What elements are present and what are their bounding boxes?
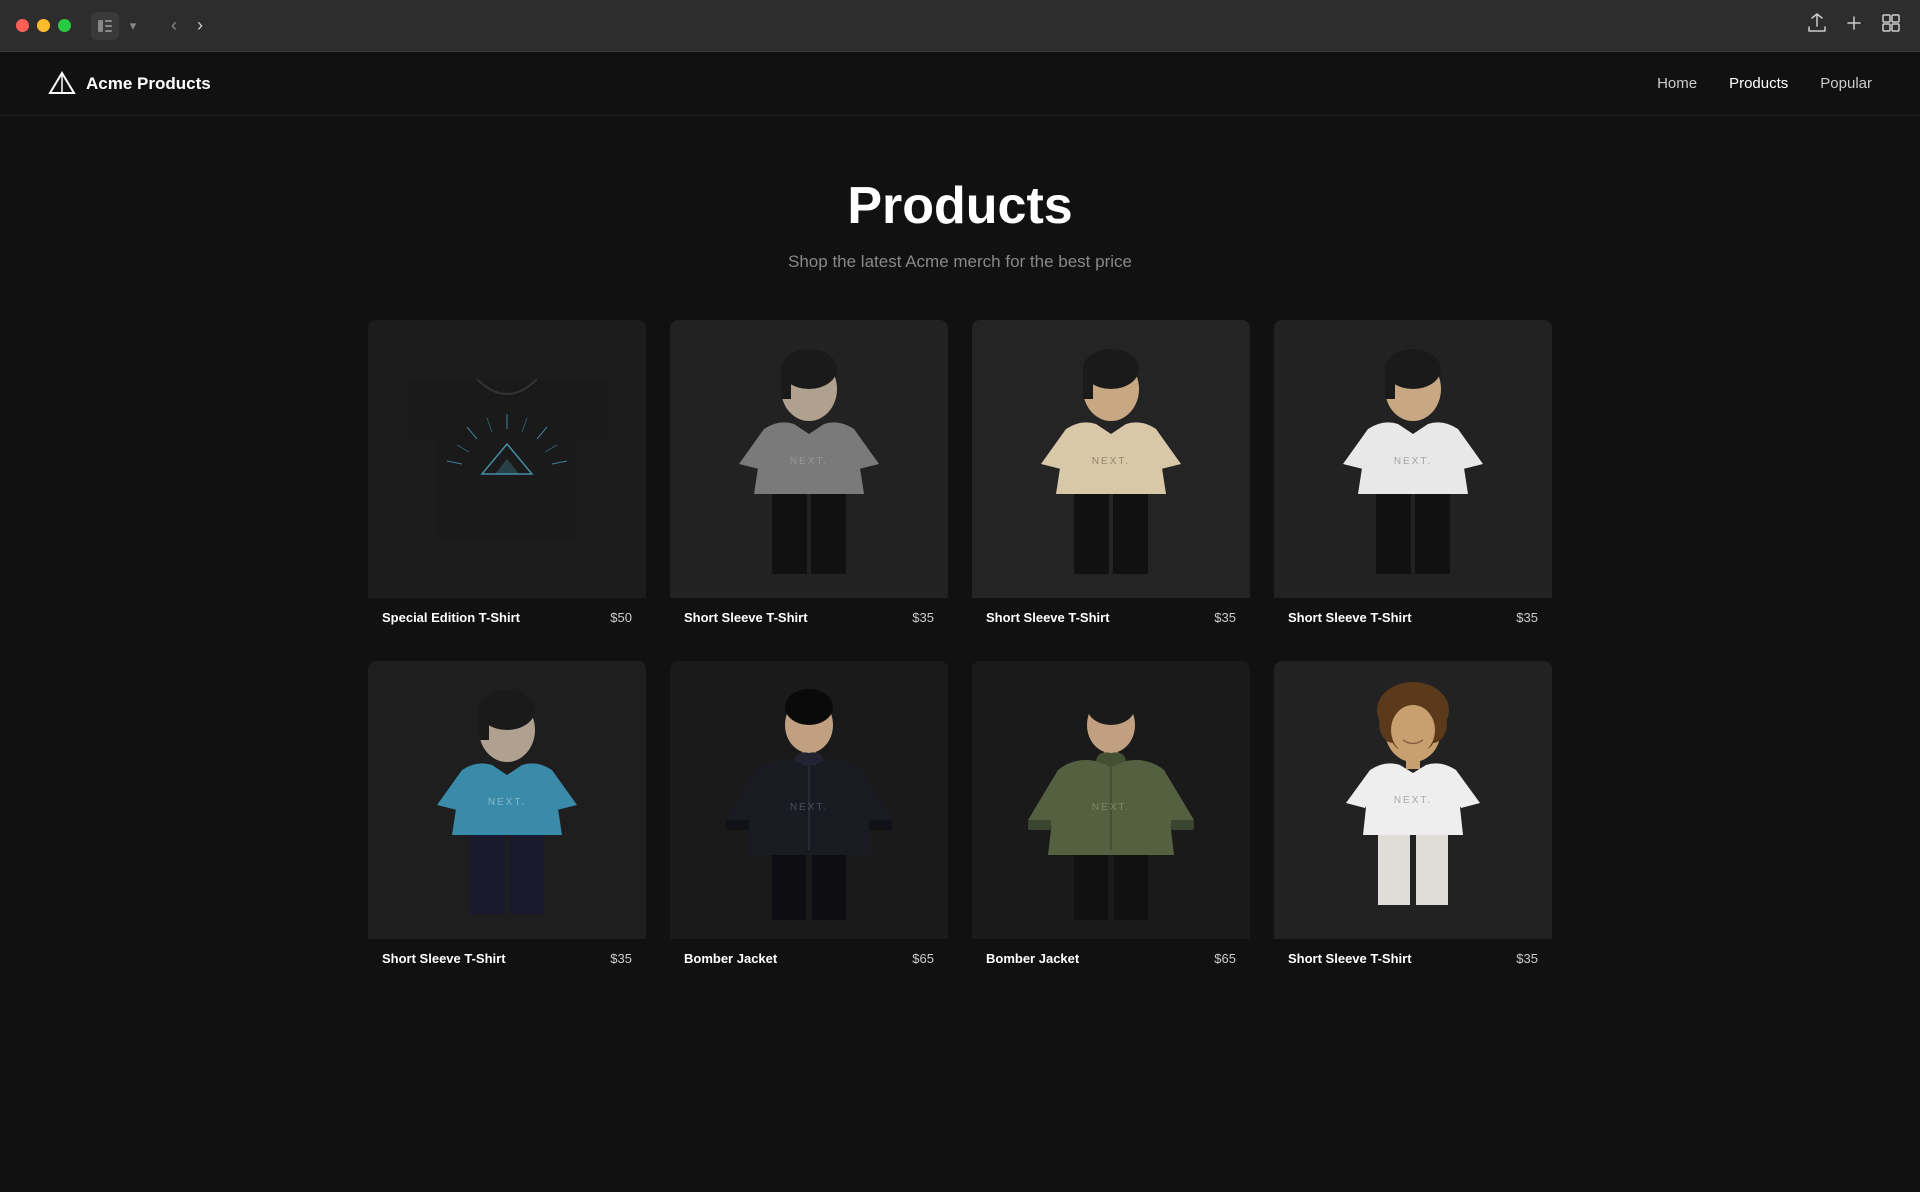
product-name: Short Sleeve T-Shirt (1288, 951, 1412, 966)
product-info-cream: Short Sleeve T-Shirt $35 (972, 598, 1250, 637)
cream-tshirt-art: NEXT. (986, 334, 1236, 584)
product-image-cyan: NEXT. (368, 661, 646, 939)
product-card-special-edition[interactable]: Special Edition T-Shirt $50 (368, 320, 646, 637)
product-name: Special Edition T-Shirt (382, 610, 520, 625)
product-image-cream: NEXT. (972, 320, 1250, 598)
gray-tshirt-art: NEXT. (684, 334, 934, 584)
white2-tshirt-art: NEXT. (1288, 675, 1538, 925)
dropdown-button[interactable]: ▾ (123, 12, 143, 40)
cyan-tshirt-art: NEXT. (382, 675, 632, 925)
nav-home[interactable]: Home (1657, 75, 1697, 92)
sidebar-toggle-button[interactable] (91, 12, 119, 40)
product-card-bomber-olive[interactable]: NEXT. Bomber Jacket $65 (972, 661, 1250, 978)
product-image-white: NEXT. (1274, 320, 1552, 598)
sidebar-toggle[interactable]: ▾ (91, 12, 143, 40)
svg-text:NEXT.: NEXT. (790, 802, 828, 813)
browser-content: Acme Products Home Products Popular Prod… (0, 52, 1920, 1192)
close-button[interactable] (16, 19, 29, 32)
white-tshirt-art: NEXT. (1288, 334, 1538, 584)
product-image-bomber-olive: NEXT. (972, 661, 1250, 939)
product-price: $35 (912, 610, 934, 625)
product-price: $35 (1214, 610, 1236, 625)
navigation-arrows: ‹ › (163, 11, 211, 40)
products-grid: Special Edition T-Shirt $50 (320, 320, 1600, 1038)
titlebar: ▾ ‹ › (0, 0, 1920, 52)
product-card-white2-tshirt[interactable]: NEXT. Short Sleeve T-Shirt $35 (1274, 661, 1552, 978)
product-name: Short Sleeve T-Shirt (684, 610, 808, 625)
product-info-cyan: Short Sleeve T-Shirt $35 (368, 939, 646, 978)
product-name: Short Sleeve T-Shirt (382, 951, 506, 966)
site-nav-links: Home Products Popular (1657, 75, 1872, 92)
back-button[interactable]: ‹ (163, 11, 185, 40)
logo-icon (48, 70, 76, 98)
product-card-gray-tshirt[interactable]: NEXT. Short Sleeve T-Shirt $35 (670, 320, 948, 637)
product-info-bomber-black: Bomber Jacket $65 (670, 939, 948, 978)
product-price: $35 (610, 951, 632, 966)
grid-view-button[interactable] (1878, 10, 1904, 41)
product-card-white-tshirt[interactable]: NEXT. Short Sleeve T-Shirt $35 (1274, 320, 1552, 637)
product-name: Bomber Jacket (986, 951, 1079, 966)
svg-text:NEXT.: NEXT. (1092, 802, 1130, 813)
product-name: Short Sleeve T-Shirt (1288, 610, 1412, 625)
product-price: $65 (912, 951, 934, 966)
product-price: $50 (610, 610, 632, 625)
svg-text:NEXT.: NEXT. (1394, 795, 1432, 806)
maximize-button[interactable] (58, 19, 71, 32)
product-info-white2: Short Sleeve T-Shirt $35 (1274, 939, 1552, 978)
product-name: Bomber Jacket (684, 951, 777, 966)
product-image-bomber-black: NEXT. (670, 661, 948, 939)
product-price: $65 (1214, 951, 1236, 966)
product-card-bomber-black[interactable]: NEXT. Bomber Jacket $65 (670, 661, 948, 978)
page-title: Products (0, 176, 1920, 236)
product-info-gray: Short Sleeve T-Shirt $35 (670, 598, 948, 637)
product-image-special (368, 320, 646, 598)
special-edition-art (377, 329, 637, 589)
svg-text:NEXT.: NEXT. (1394, 456, 1432, 467)
product-card-cream-tshirt[interactable]: NEXT. Short Sleeve T-Shirt $35 (972, 320, 1250, 637)
share-button[interactable] (1804, 9, 1830, 42)
product-price: $35 (1516, 951, 1538, 966)
product-image-white2: NEXT. (1274, 661, 1552, 939)
site-logo[interactable]: Acme Products (48, 70, 211, 98)
page-subtitle: Shop the latest Acme merch for the best … (0, 252, 1920, 272)
nav-popular[interactable]: Popular (1820, 75, 1872, 92)
site-navbar: Acme Products Home Products Popular (0, 52, 1920, 116)
titlebar-right-controls (1804, 9, 1904, 42)
page-hero: Products Shop the latest Acme merch for … (0, 116, 1920, 320)
svg-text:NEXT.: NEXT. (790, 456, 828, 467)
svg-text:NEXT.: NEXT. (488, 797, 526, 808)
traffic-lights (16, 19, 71, 32)
product-card-cyan-tshirt[interactable]: NEXT. Short Sleeve T-Shirt $35 (368, 661, 646, 978)
product-info-bomber-olive: Bomber Jacket $65 (972, 939, 1250, 978)
product-info-white: Short Sleeve T-Shirt $35 (1274, 598, 1552, 637)
nav-products[interactable]: Products (1729, 75, 1788, 92)
site-name: Acme Products (86, 74, 211, 94)
product-price: $35 (1516, 610, 1538, 625)
bomber-olive-art: NEXT. (986, 675, 1236, 925)
forward-button[interactable]: › (189, 11, 211, 40)
new-tab-button[interactable] (1842, 11, 1866, 40)
minimize-button[interactable] (37, 19, 50, 32)
bomber-black-art: NEXT. (684, 675, 934, 925)
product-image-gray: NEXT. (670, 320, 948, 598)
product-name: Short Sleeve T-Shirt (986, 610, 1110, 625)
svg-text:NEXT.: NEXT. (1092, 456, 1130, 467)
product-info-special: Special Edition T-Shirt $50 (368, 598, 646, 637)
